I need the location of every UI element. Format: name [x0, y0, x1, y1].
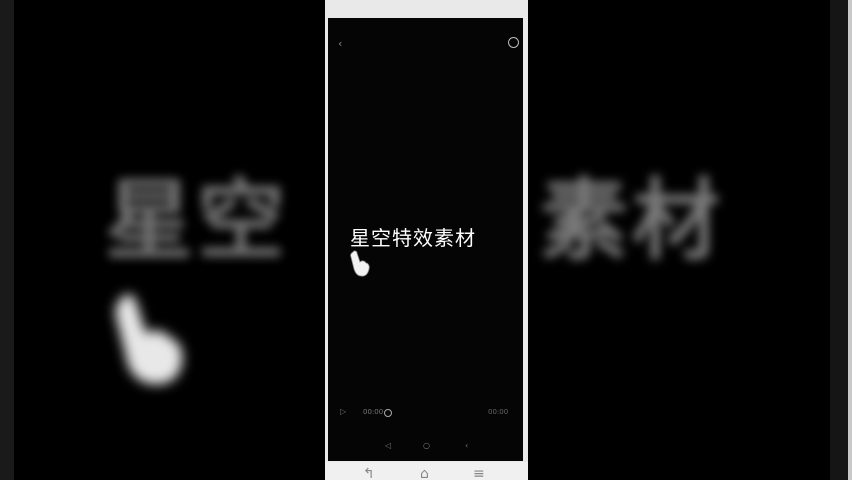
hand-cursor-icon	[350, 250, 370, 277]
bottom-home-icon[interactable]: ⌂	[420, 466, 429, 480]
background-title-right: 素材	[540, 169, 725, 272]
bottom-back-icon[interactable]: ↰	[363, 466, 375, 480]
video-screen[interactable]: ‹ 星空特效素材 ▷ 00:00 00:00 ◁ ○ ‹	[328, 18, 523, 461]
bottom-menu-icon[interactable]: ≡	[473, 466, 485, 480]
system-home-icon[interactable]: ○	[423, 441, 430, 450]
current-time: 00:00	[363, 408, 384, 416]
background-edge-strip	[848, 0, 852, 480]
background-hand-cursor-icon	[115, 294, 183, 385]
phone-frame: ‹ 星空特效素材 ▷ 00:00 00:00 ◁ ○ ‹ ↰ ⌂ ≡	[325, 0, 528, 480]
duration-time: 00:00	[488, 408, 509, 416]
progress-knob[interactable]	[384, 409, 392, 417]
system-navigation: ◁ ○ ‹	[328, 441, 523, 455]
background-edge-left	[0, 0, 14, 480]
system-back-icon[interactable]: ◁	[385, 441, 391, 450]
video-title: 星空特效素材	[350, 226, 476, 250]
bottom-navigation-bar: ↰ ⌂ ≡	[325, 462, 528, 480]
play-icon[interactable]: ▷	[340, 407, 346, 416]
background-title-left: 星空	[105, 169, 290, 272]
back-icon[interactable]: ‹	[338, 37, 342, 50]
record-circle-icon[interactable]	[508, 37, 519, 48]
system-recent-icon[interactable]: ‹	[465, 441, 468, 450]
